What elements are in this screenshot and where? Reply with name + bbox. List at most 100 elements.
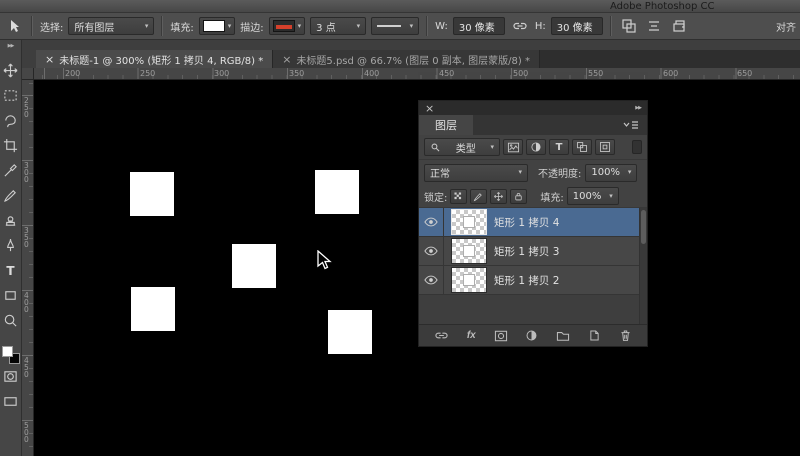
- layer-thumbnail[interactable]: [451, 209, 487, 235]
- crop-tool-icon: [3, 138, 18, 153]
- lock-transparency-button[interactable]: [450, 189, 467, 204]
- lock-pixels-button[interactable]: [470, 189, 487, 204]
- quick-mask-button[interactable]: [0, 364, 22, 389]
- layers-panel: × ▶▶ 图层 类型 ▾: [418, 100, 648, 347]
- lock-position-button[interactable]: [490, 189, 507, 204]
- opacity-dropdown[interactable]: 100% ▾: [585, 164, 637, 182]
- delete-layer-button[interactable]: [619, 329, 632, 342]
- zoom-tool[interactable]: [0, 308, 22, 333]
- filter-adjustment-layers-button[interactable]: [526, 139, 546, 155]
- ruler-mark: 200: [65, 69, 80, 78]
- height-label: H:: [535, 21, 546, 32]
- canvas-square[interactable]: [328, 310, 372, 354]
- eyedropper-tool[interactable]: [0, 158, 22, 183]
- close-icon[interactable]: ×: [282, 54, 291, 65]
- close-icon[interactable]: ×: [45, 54, 54, 65]
- layer-style-button[interactable]: fx: [467, 330, 476, 341]
- stroke-width-value: 3 点: [316, 19, 336, 34]
- screen-mode-button[interactable]: [0, 389, 22, 414]
- fill-swatch-button[interactable]: ▾: [199, 17, 236, 35]
- collapse-icon[interactable]: ▶▶: [8, 43, 14, 49]
- scrollbar-thumb[interactable]: [641, 210, 646, 244]
- move-tool[interactable]: [0, 58, 22, 83]
- filter-type-layers-button[interactable]: T: [549, 139, 569, 155]
- blend-mode-dropdown[interactable]: 正常 ▾: [424, 164, 528, 182]
- height-input[interactable]: [551, 17, 603, 35]
- clone-stamp-tool[interactable]: [0, 208, 22, 233]
- horizontal-ruler[interactable]: 200 250 300 350 400 450 500 550 600 650: [34, 68, 800, 80]
- panel-menu-icon: [622, 119, 640, 131]
- ruler-mark: 350: [289, 69, 304, 78]
- visibility-toggle[interactable]: [419, 266, 444, 294]
- type-tool[interactable]: T: [0, 258, 22, 283]
- filter-kind-dropdown[interactable]: 类型 ▾: [424, 138, 500, 156]
- document-tab-2[interactable]: × 未标题5.psd @ 66.7% (图层 0 副本, 图层蒙版/8) *: [273, 50, 540, 68]
- link-layers-button[interactable]: [434, 329, 449, 342]
- thumbnail-shape: [463, 245, 475, 257]
- fill-opacity-dropdown[interactable]: 100% ▾: [567, 187, 619, 205]
- ruler-origin-corner[interactable]: [22, 68, 34, 80]
- stroke-swatch-button[interactable]: ▾: [269, 17, 306, 35]
- visibility-toggle[interactable]: [419, 237, 444, 265]
- document-tab-1[interactable]: × 未标题-1 @ 300% (矩形 1 拷贝 4, RGB/8) *: [36, 50, 273, 68]
- stroke-style-dropdown[interactable]: ▾: [371, 17, 419, 35]
- arrange-icon: [671, 18, 687, 34]
- lasso-tool[interactable]: [0, 108, 22, 133]
- select-mode-dropdown[interactable]: 所有图层 ▾: [68, 17, 154, 35]
- tool-preset-button[interactable]: [4, 18, 24, 34]
- canvas-square[interactable]: [130, 172, 174, 216]
- layer-thumbnail[interactable]: [451, 267, 487, 293]
- layer-row[interactable]: 矩形 1 拷贝 4: [419, 208, 647, 237]
- canvas[interactable]: [34, 80, 800, 456]
- marquee-tool[interactable]: [0, 83, 22, 108]
- shape-tool[interactable]: [0, 283, 22, 308]
- layers-tab[interactable]: 图层: [419, 115, 473, 135]
- new-group-button[interactable]: [556, 330, 570, 342]
- layer-filter-row: 类型 ▾ T: [419, 135, 647, 160]
- pen-tool[interactable]: [0, 233, 22, 258]
- chevron-down-icon: ▾: [518, 169, 522, 176]
- link-dimensions-button[interactable]: [510, 19, 530, 33]
- path-alignment-button[interactable]: [644, 18, 664, 34]
- vertical-ruler[interactable]: 250 300 350 400 450 500: [22, 80, 34, 456]
- collapse-icon[interactable]: ▶▶: [635, 105, 641, 111]
- tab-title: 未标题-1 @ 300% (矩形 1 拷贝 4, RGB/8) *: [59, 52, 263, 67]
- new-adjustment-layer-button[interactable]: [525, 329, 538, 342]
- layer-row[interactable]: 矩形 1 拷贝 2: [419, 266, 647, 295]
- titlebar[interactable]: Adobe Photoshop CC: [0, 0, 800, 13]
- foreground-color-swatch[interactable]: [2, 346, 13, 357]
- crop-tool[interactable]: [0, 133, 22, 158]
- add-layer-mask-button[interactable]: [494, 330, 508, 342]
- canvas-square[interactable]: [131, 287, 175, 331]
- path-arrange-button[interactable]: [669, 18, 689, 34]
- filter-smart-objects-button[interactable]: [595, 139, 615, 155]
- opacity-value: 100%: [591, 167, 620, 178]
- color-swatches[interactable]: [2, 346, 20, 364]
- align-edges-label: 对齐: [776, 19, 796, 34]
- clone-stamp-tool-icon: [3, 213, 18, 228]
- layer-thumbnail[interactable]: [451, 238, 487, 264]
- blend-mode-value: 正常: [430, 165, 450, 180]
- close-icon[interactable]: ×: [425, 103, 434, 114]
- filter-shape-layers-button[interactable]: [572, 139, 592, 155]
- stroke-width-dropdown[interactable]: 3 点 ▾: [310, 17, 366, 35]
- panel-menu-button[interactable]: [615, 115, 647, 135]
- new-layer-button[interactable]: [588, 329, 601, 342]
- panel-header-bar[interactable]: × ▶▶: [419, 101, 647, 115]
- canvas-square[interactable]: [315, 170, 359, 214]
- width-input[interactable]: [453, 17, 505, 35]
- scrollbar[interactable]: [639, 208, 647, 324]
- path-operations-button[interactable]: [619, 18, 639, 34]
- visibility-toggle[interactable]: [419, 208, 444, 236]
- layer-name: 矩形 1 拷贝 4: [494, 215, 559, 230]
- canvas-square[interactable]: [232, 244, 276, 288]
- chevron-down-icon: ▾: [228, 23, 232, 30]
- lock-row: 锁定: 填充:: [419, 185, 647, 208]
- lock-all-button[interactable]: [510, 189, 527, 204]
- layer-row[interactable]: 矩形 1 拷贝 3: [419, 237, 647, 266]
- divider: [426, 16, 428, 36]
- brush-tool[interactable]: [0, 183, 22, 208]
- filter-pixel-layers-button[interactable]: [503, 139, 523, 155]
- filter-toggle-switch[interactable]: [632, 140, 642, 154]
- window-title: Adobe Photoshop CC: [610, 1, 715, 12]
